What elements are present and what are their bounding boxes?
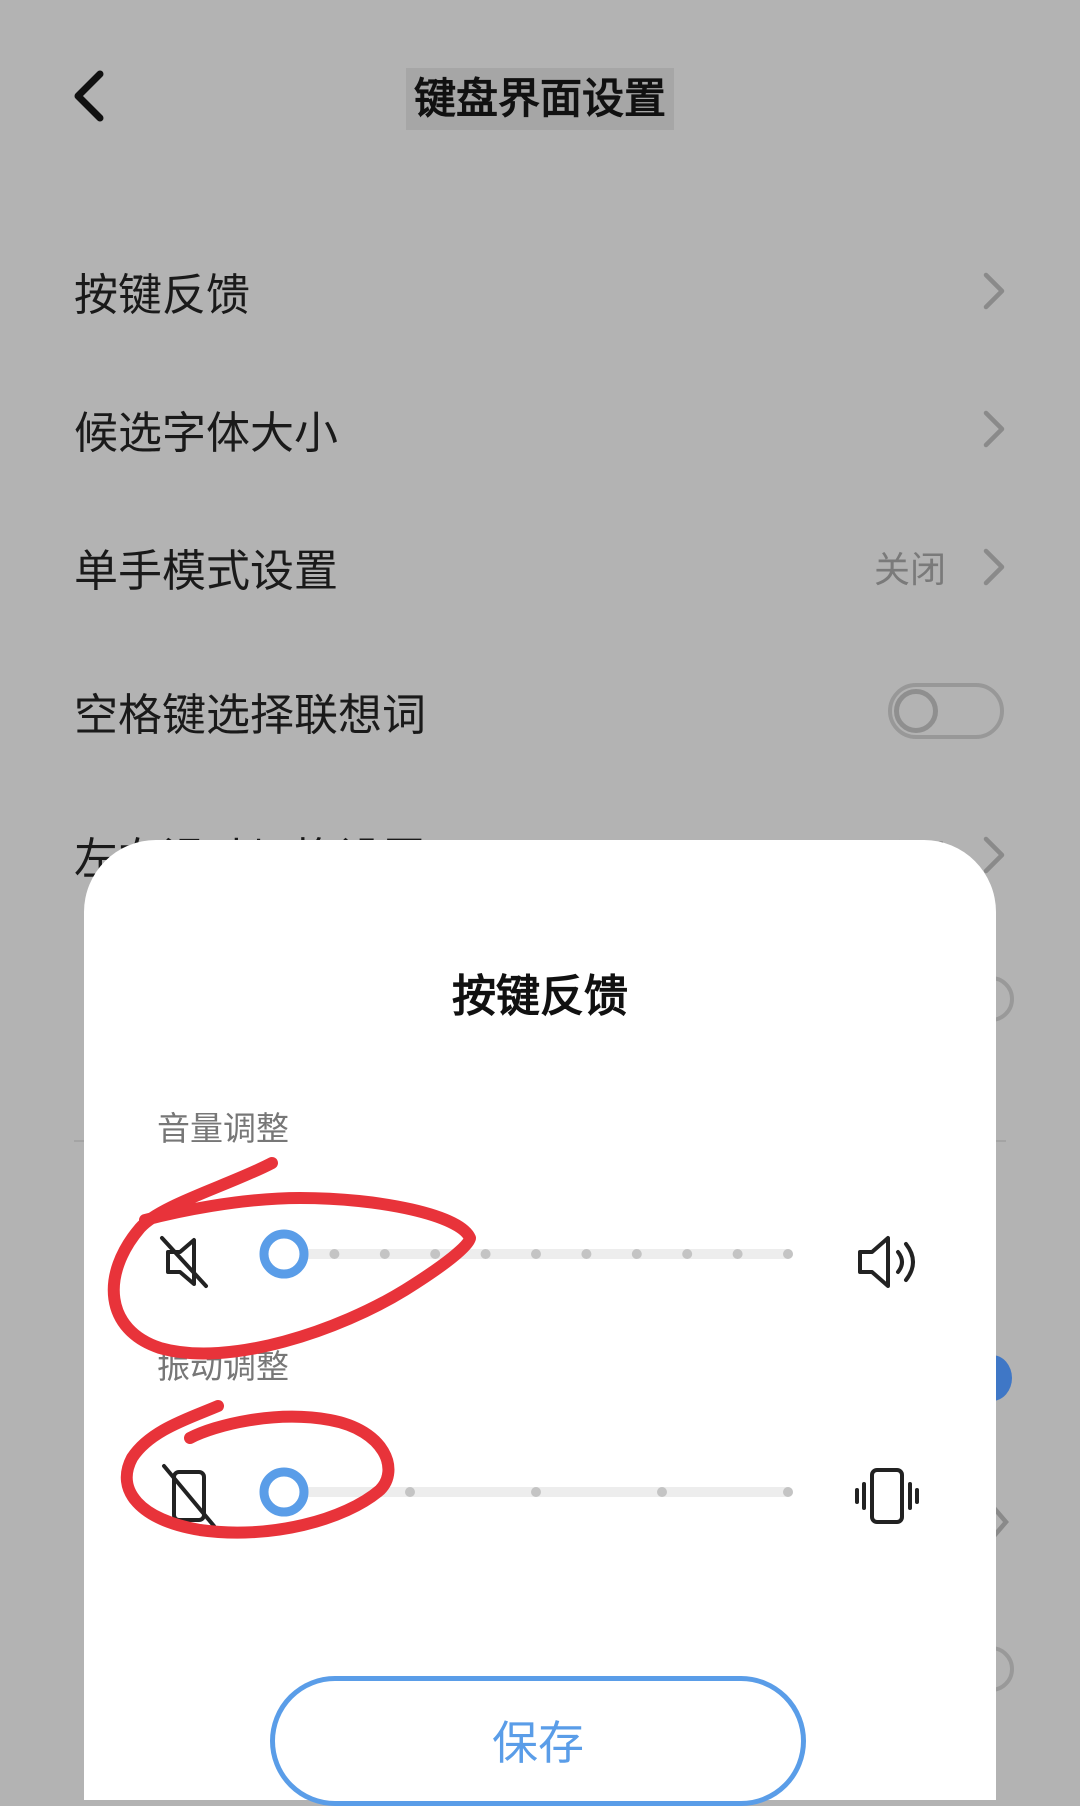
settings-row-key-feedback[interactable]: 按键反馈	[0, 236, 1080, 346]
slider-step-dot	[783, 1249, 793, 1259]
toggle-knob	[894, 689, 938, 733]
slider-step-dot	[480, 1249, 491, 1259]
row-label: 单手模式设置	[74, 546, 338, 597]
row-label: 空格键选择联想词	[74, 690, 426, 741]
vibrate-icon[interactable]	[855, 1468, 919, 1524]
space-select-toggle[interactable]	[888, 683, 1004, 739]
settings-row-candidate-font-size[interactable]: 候选字体大小	[0, 374, 1080, 484]
row-value: 关闭	[873, 550, 946, 591]
slider-step-dot	[682, 1249, 693, 1259]
slider-thumb[interactable]	[259, 1467, 309, 1517]
slider-step-dot	[531, 1487, 541, 1497]
page-title: 键盘界面设置	[406, 68, 674, 130]
slider-step-dot	[631, 1249, 642, 1259]
volume-mute-icon[interactable]	[160, 1236, 208, 1288]
back-button[interactable]	[66, 66, 116, 126]
chevron-right-icon	[983, 272, 1005, 310]
chevron-right-icon	[983, 548, 1005, 586]
volume-high-icon[interactable]	[858, 1236, 915, 1288]
slider-step-dot	[531, 1249, 541, 1259]
row-label: 候选字体大小	[74, 408, 338, 459]
volume-slider[interactable]	[259, 1229, 793, 1279]
save-button[interactable]: 保存	[270, 1676, 806, 1806]
key-feedback-dialog: 按键反馈 音量调整 振动调整 保存	[84, 840, 996, 1806]
slider-step-dot	[581, 1249, 592, 1259]
settings-row-space-select-prediction: 空格键选择联想词	[0, 656, 1080, 766]
chevron-right-icon	[983, 410, 1005, 448]
slider-step-dot	[657, 1487, 667, 1497]
slider-step-dot	[430, 1249, 441, 1259]
slider-step-dot	[329, 1249, 340, 1259]
slider-step-dot	[732, 1249, 743, 1259]
keyboard-settings-page: 键盘界面设置 按键反馈 候选字体大小 单手模式设置 关闭 空格键选择联想词 左右…	[0, 0, 1080, 1806]
slider-step-dot	[405, 1487, 415, 1497]
slider-step-dot	[379, 1249, 390, 1259]
vibration-slider[interactable]	[259, 1467, 793, 1517]
vibrate-off-icon[interactable]	[162, 1464, 216, 1528]
chevron-left-icon	[74, 70, 104, 122]
row-label: 按键反馈	[74, 270, 250, 321]
settings-row-one-hand-mode[interactable]: 单手模式设置 关闭	[0, 512, 1080, 622]
slider-layer	[160, 1229, 919, 1528]
slider-thumb[interactable]	[259, 1229, 309, 1279]
slider-step-dot	[783, 1487, 793, 1497]
